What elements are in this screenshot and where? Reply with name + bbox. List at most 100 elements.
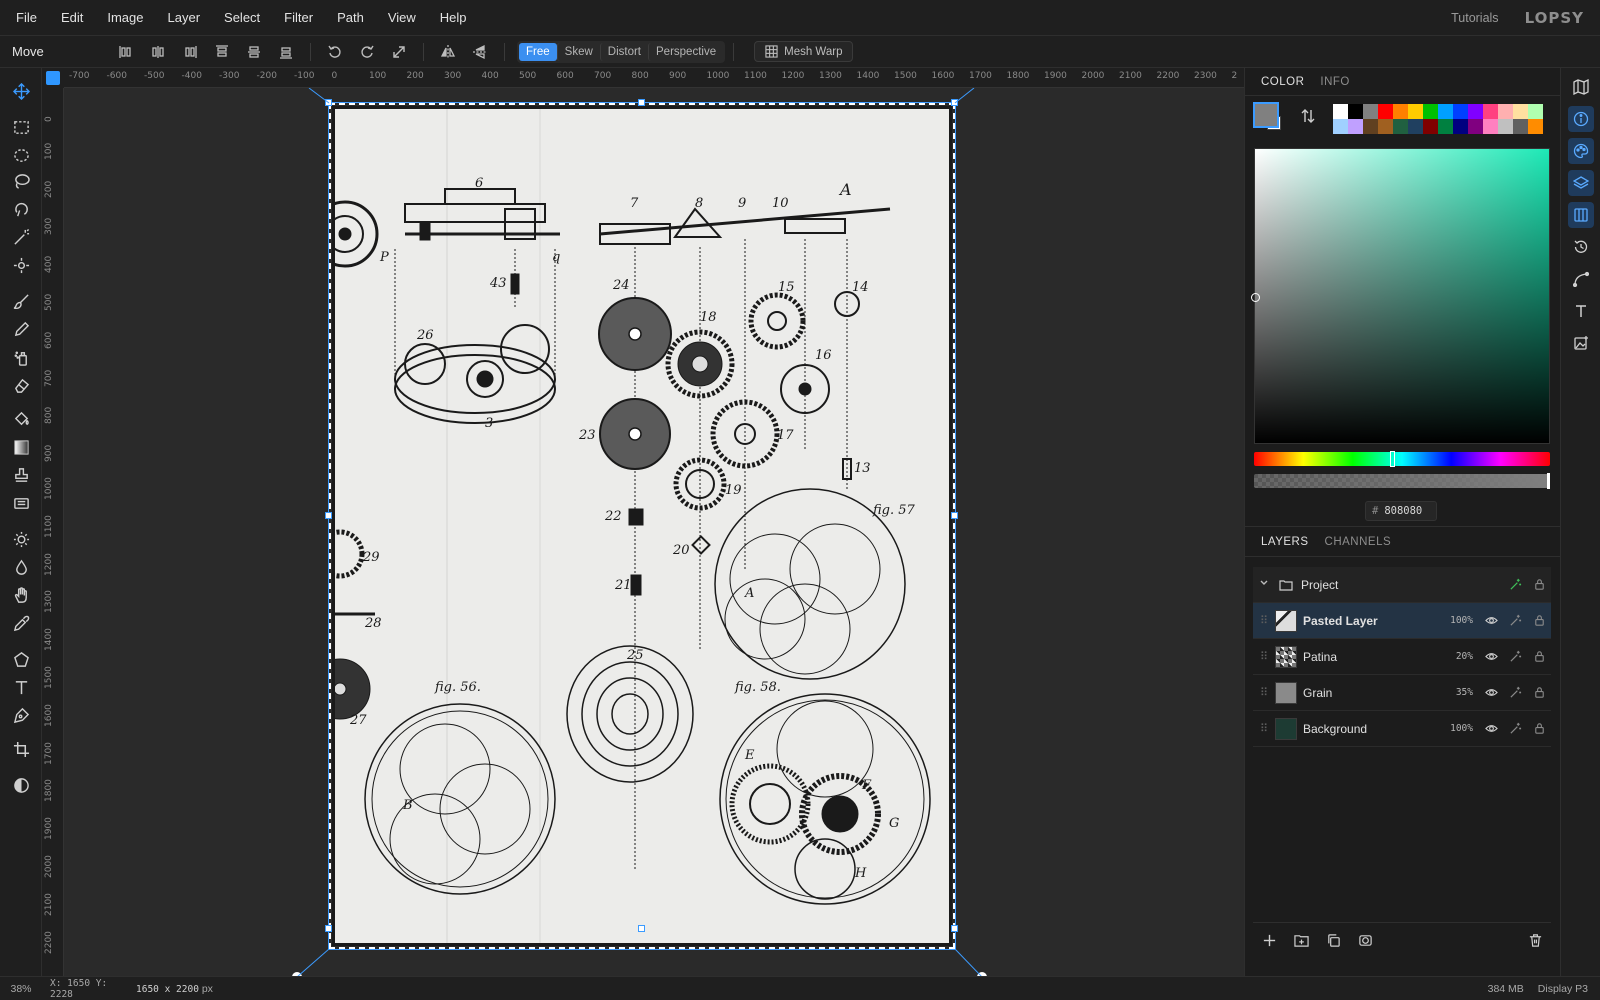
horizontal-ruler[interactable]: -700 -600 -500 -400 -300 -200 -100 0 100 200 300 40… — [64, 68, 1244, 88]
layer-opacity[interactable]: 20% — [1437, 651, 1473, 662]
eye-icon[interactable] — [1479, 614, 1503, 627]
dodge-icon[interactable] — [7, 526, 35, 552]
drag-handle-icon[interactable]: ⠿ — [1253, 686, 1275, 699]
color-profile[interactable]: Display P3 — [1538, 983, 1588, 995]
character-icon[interactable] — [1568, 298, 1594, 324]
new-group-icon[interactable] — [1285, 927, 1317, 955]
layer-opacity[interactable]: 100% — [1437, 723, 1473, 734]
hue-slider-thumb[interactable] — [1390, 451, 1395, 467]
rect-select-icon[interactable] — [7, 114, 35, 140]
eye-icon[interactable] — [1479, 722, 1503, 735]
lock-icon[interactable] — [1527, 614, 1551, 627]
mode-skew-button[interactable]: Skew — [556, 42, 600, 61]
quick-mask-icon[interactable] — [7, 772, 35, 798]
layer-name[interactable]: Grain — [1303, 686, 1437, 700]
trash-icon[interactable] — [1519, 927, 1551, 955]
drag-handle-icon[interactable]: ⠿ — [1253, 722, 1275, 735]
rotate-left-icon[interactable] — [319, 39, 351, 65]
channels-icon[interactable] — [1568, 202, 1594, 228]
canvas-area[interactable]: 6 7 8 9 10 A 43 P q 24 18 15 14 16 26 3 … — [64, 88, 1244, 976]
menu-select[interactable]: Select — [212, 0, 272, 36]
menu-file[interactable]: File — [0, 0, 49, 36]
layer-name[interactable]: Pasted Layer — [1303, 614, 1437, 628]
palette-swatch[interactable] — [1468, 104, 1483, 119]
alpha-slider[interactable] — [1254, 473, 1550, 489]
align-bottom-icon[interactable] — [270, 39, 302, 65]
ruler-corner[interactable] — [42, 68, 64, 88]
tutorials-link[interactable]: Tutorials — [1451, 11, 1498, 25]
align-vcenter-icon[interactable] — [238, 39, 270, 65]
gradient-icon[interactable] — [7, 434, 35, 460]
chevron-down-icon[interactable] — [1253, 578, 1275, 591]
rotate-right-icon[interactable] — [351, 39, 383, 65]
palette-swatch[interactable] — [1528, 119, 1543, 134]
navigator-map-icon[interactable] — [1568, 74, 1594, 100]
lasso-icon[interactable] — [7, 168, 35, 194]
paths-icon[interactable] — [1568, 266, 1594, 292]
mode-free-button[interactable]: Free — [519, 42, 557, 61]
palette-swatch[interactable] — [1528, 104, 1543, 119]
palette-swatch[interactable] — [1408, 104, 1423, 119]
menu-filter[interactable]: Filter — [272, 0, 325, 36]
effects-icon[interactable] — [1503, 722, 1527, 735]
align-right-icon[interactable] — [174, 39, 206, 65]
smudge-hand-icon[interactable] — [7, 582, 35, 608]
palette-swatch[interactable] — [1378, 104, 1393, 119]
magnetic-lasso-icon[interactable] — [7, 196, 35, 222]
align-top-icon[interactable] — [206, 39, 238, 65]
foreground-color-swatch[interactable] — [1253, 102, 1279, 128]
pen-tool-icon[interactable] — [7, 702, 35, 728]
palette-swatch[interactable] — [1468, 119, 1483, 134]
menu-layer[interactable]: Layer — [156, 0, 213, 36]
menu-image[interactable]: Image — [95, 0, 155, 36]
menu-path[interactable]: Path — [325, 0, 376, 36]
tab-color[interactable]: COLOR — [1253, 68, 1312, 96]
palette-swatch[interactable] — [1408, 119, 1423, 134]
eyedropper-icon[interactable] — [7, 610, 35, 636]
palette-swatch[interactable] — [1513, 119, 1528, 134]
align-hcenter-icon[interactable] — [142, 39, 174, 65]
palette-swatch[interactable] — [1423, 104, 1438, 119]
saturation-value-picker[interactable] — [1251, 148, 1550, 444]
layers-icon[interactable] — [1568, 170, 1594, 196]
drag-handle-icon[interactable]: ⠿ — [1253, 614, 1275, 627]
layer-name[interactable]: Background — [1303, 722, 1437, 736]
blur-drop-icon[interactable] — [7, 554, 35, 580]
palette-swatch[interactable] — [1438, 104, 1453, 119]
tab-channels[interactable]: CHANNELS — [1317, 528, 1400, 556]
hex-input[interactable]: # 808080 — [1365, 501, 1437, 521]
palette-swatch[interactable] — [1483, 104, 1498, 119]
palette-swatch[interactable] — [1393, 104, 1408, 119]
layer-row-patina[interactable]: ⠿ Patina 20% — [1253, 639, 1551, 675]
flip-horizontal-icon[interactable] — [432, 39, 464, 65]
palette-swatch[interactable] — [1333, 119, 1348, 134]
effects-icon[interactable] — [1503, 614, 1527, 627]
palette-swatch[interactable] — [1483, 119, 1498, 134]
type-tool-icon[interactable] — [7, 674, 35, 700]
scale-icon[interactable] — [383, 39, 415, 65]
palette-swatch[interactable] — [1393, 119, 1408, 134]
palette-icon[interactable] — [1568, 138, 1594, 164]
crop-icon[interactable] — [7, 736, 35, 762]
lock-icon[interactable] — [1527, 650, 1551, 663]
hex-value[interactable]: 808080 — [1384, 505, 1422, 517]
layer-opacity[interactable]: 100% — [1437, 615, 1473, 626]
swap-colors-icon[interactable] — [1301, 108, 1315, 127]
add-layer-icon[interactable] — [1253, 927, 1285, 955]
tab-info[interactable]: INFO — [1312, 68, 1357, 96]
mask-icon[interactable] — [1349, 927, 1381, 955]
history-icon[interactable] — [1568, 234, 1594, 260]
palette-swatch[interactable] — [1438, 119, 1453, 134]
image-adjust-icon[interactable] — [1568, 330, 1594, 356]
palette-swatch[interactable] — [1348, 104, 1363, 119]
spray-icon[interactable] — [7, 344, 35, 370]
palette-swatch[interactable] — [1423, 119, 1438, 134]
stamp-icon[interactable] — [7, 462, 35, 488]
layer-row-pasted[interactable]: ⠿ Pasted Layer 100% — [1253, 603, 1551, 639]
palette-swatch[interactable] — [1363, 104, 1378, 119]
move-tool-icon[interactable] — [7, 78, 35, 104]
effects-icon[interactable] — [1503, 686, 1527, 699]
palette-swatch[interactable] — [1498, 104, 1513, 119]
pattern-stamp-icon[interactable] — [7, 490, 35, 516]
layer-group-project[interactable]: Project — [1253, 567, 1551, 603]
